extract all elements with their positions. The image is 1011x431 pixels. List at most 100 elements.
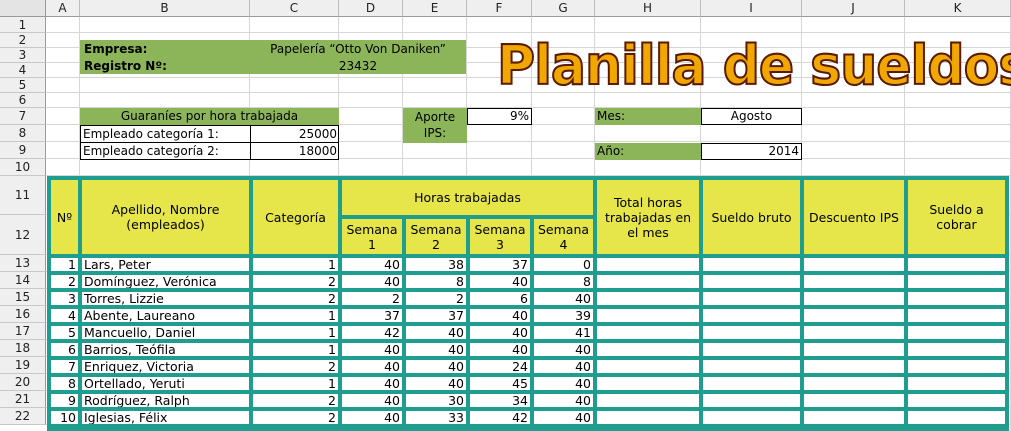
cat1-value[interactable]: 25000 [251,126,337,142]
cell-category[interactable]: 2 [253,411,338,424]
cell-total-hours[interactable] [597,275,699,288]
row-header-11[interactable]: 11 [0,176,46,215]
cell-net[interactable] [908,411,1005,424]
cell-week-4[interactable]: 8 [534,275,593,288]
cell-num[interactable]: 1 [51,258,78,271]
row-header-10[interactable]: 10 [0,159,46,176]
cell-week-1[interactable]: 40 [342,394,402,407]
cell-gross[interactable] [703,377,800,390]
cell-num[interactable]: 2 [51,275,78,288]
cell-week-3[interactable]: 45 [470,377,530,390]
header-week-1[interactable]: Semana 1 [342,219,402,254]
row-header-21[interactable]: 21 [0,391,46,408]
cell-net[interactable] [908,377,1005,390]
cell-num[interactable]: 5 [51,326,78,339]
header-ips-discount[interactable]: Descuento IPS [804,180,904,254]
cell-week-4[interactable]: 40 [534,394,593,407]
row-header-14[interactable]: 14 [0,272,46,289]
column-header-d[interactable]: D [339,0,403,17]
cell-week-1[interactable]: 42 [342,326,402,339]
cell-net[interactable] [908,275,1005,288]
cell-week-2[interactable]: 38 [406,258,466,271]
cell-category[interactable]: 1 [253,258,338,271]
cell-week-1[interactable]: 40 [342,377,402,390]
cell-gross[interactable] [703,411,800,424]
registry-label[interactable]: Registro Nº: [84,58,167,74]
cell-name[interactable]: Abente, Laureano [82,309,249,322]
cell-category[interactable]: 2 [253,394,338,407]
cell-week-4[interactable]: 40 [534,343,593,356]
cell-ips-discount[interactable] [804,292,904,305]
select-all-corner[interactable] [0,0,46,17]
row-header-2[interactable]: 2 [0,33,46,48]
cell-week-4[interactable]: 39 [534,309,593,322]
row-header-12[interactable]: 12 [0,215,46,255]
cell-ips-discount[interactable] [804,343,904,356]
cell-week-1[interactable]: 40 [342,258,402,271]
cell-ips-discount[interactable] [804,394,904,407]
header-net[interactable]: Sueldo a cobrar [908,180,1005,254]
cell-gross[interactable] [703,309,800,322]
cell-category[interactable]: 2 [253,275,338,288]
title-wordart[interactable]: Planilla de sueldos [496,33,1011,98]
cell-gross[interactable] [703,394,800,407]
cell-week-2[interactable]: 40 [406,326,466,339]
header-hours[interactable]: Horas trabajadas [342,180,593,215]
header-num[interactable]: Nº [51,180,78,254]
cell-week-3[interactable]: 40 [470,326,530,339]
row-header-6[interactable]: 6 [0,93,46,108]
header-total-hours[interactable]: Total horas trabajadas en el mes [597,180,699,254]
row-header-17[interactable]: 17 [0,323,46,340]
cell-gross[interactable] [703,275,800,288]
cell-ips-discount[interactable] [804,258,904,271]
row-header-19[interactable]: 19 [0,357,46,374]
cell-week-1[interactable]: 40 [342,343,402,356]
cell-week-4[interactable]: 41 [534,326,593,339]
column-header-i[interactable]: I [701,0,802,17]
cell-week-4[interactable]: 40 [534,377,593,390]
cell-total-hours[interactable] [597,258,699,271]
cell-week-2[interactable]: 2 [406,292,466,305]
cell-week-1[interactable]: 2 [342,292,402,305]
cell-net[interactable] [908,258,1005,271]
row-header-1[interactable]: 1 [0,17,46,33]
cell-ips-discount[interactable] [804,377,904,390]
cell-category[interactable]: 2 [253,292,338,305]
cell-name[interactable]: Lars, Peter [82,258,249,271]
cell-num[interactable]: 7 [51,360,78,373]
row-header-4[interactable]: 4 [0,63,46,78]
cell-category[interactable]: 2 [253,360,338,373]
cat2-label[interactable]: Empleado categoría 2: [83,143,219,159]
cell-week-3[interactable]: 37 [470,258,530,271]
column-header-e[interactable]: E [403,0,467,17]
header-name[interactable]: Apellido, Nombre (empleados) [82,180,249,254]
cell-week-3[interactable]: 40 [470,309,530,322]
cell-total-hours[interactable] [597,326,699,339]
cell-name[interactable]: Mancuello, Daniel [82,326,249,339]
row-header-16[interactable]: 16 [0,306,46,323]
spreadsheet[interactable]: ABCDEFGHIJK 1 2 3 4 5 6 7 8 9 10 11 12 13 14 15 16 17 18 1… [0,0,1011,431]
row-header-7[interactable]: 7 [0,108,46,125]
header-gross[interactable]: Sueldo bruto [703,180,800,254]
cell-week-2[interactable]: 40 [406,377,466,390]
cell-total-hours[interactable] [597,343,699,356]
cell-category[interactable]: 1 [253,326,338,339]
cell-num[interactable]: 3 [51,292,78,305]
cell-ips-discount[interactable] [804,360,904,373]
row-header-3[interactable]: 3 [0,48,46,63]
cell-week-2[interactable]: 33 [406,411,466,424]
column-header-b[interactable]: B [80,0,250,17]
cell-gross[interactable] [703,343,800,356]
registry-value[interactable]: 23432 [252,58,464,74]
cell-total-hours[interactable] [597,309,699,322]
header-week-4[interactable]: Semana 4 [534,219,593,254]
row-header-9[interactable]: 9 [0,142,46,159]
cell-week-1[interactable]: 40 [342,360,402,373]
cell-ips-discount[interactable] [804,275,904,288]
cell-net[interactable] [908,343,1005,356]
cell-net[interactable] [908,292,1005,305]
column-header-h[interactable]: H [595,0,701,17]
cell-week-3[interactable]: 24 [470,360,530,373]
cell-week-2[interactable]: 40 [406,360,466,373]
cell-total-hours[interactable] [597,360,699,373]
